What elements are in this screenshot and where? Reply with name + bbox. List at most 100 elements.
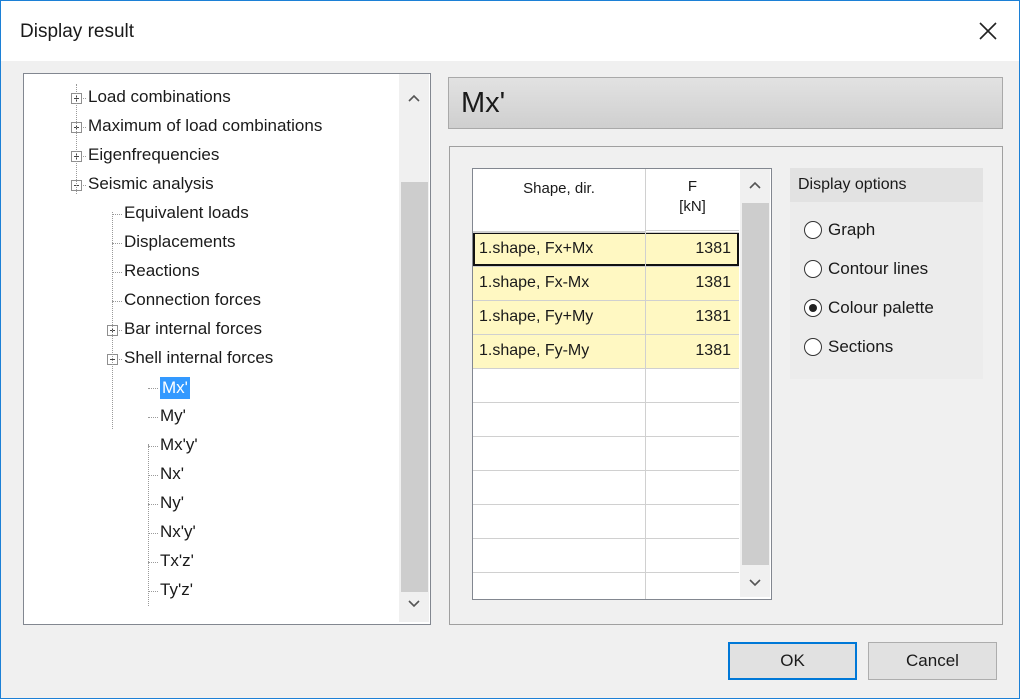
- cell-shape: 1.shape, Fy-My: [479, 342, 590, 359]
- tree-connector: [112, 272, 122, 273]
- tree-item[interactable]: Load combinations: [24, 84, 394, 112]
- tree-item-label: Bar internal forces: [124, 319, 262, 338]
- table-row[interactable]: 1.shape, Fx-Mx 1381: [473, 266, 739, 300]
- table-scroll-thumb[interactable]: [742, 203, 769, 565]
- radio-option[interactable]: Graph: [804, 217, 875, 243]
- tree-item-label: Connection forces: [124, 290, 262, 309]
- tree-item[interactable]: Mx'y': [24, 432, 394, 460]
- display-options-title: Display options: [790, 168, 983, 202]
- grid-line: [473, 368, 739, 369]
- tree-item[interactable]: Displacements: [24, 229, 394, 257]
- display-result-dialog: Display result Load combinations Maximum …: [0, 0, 1020, 699]
- cell-shape: 1.shape, Fx-Mx: [479, 274, 590, 291]
- grid-line: [473, 232, 739, 233]
- tree-item-label: Mx': [160, 377, 190, 399]
- radio-option-label: Colour palette: [828, 298, 934, 317]
- tree-item-label: Mx'y': [160, 435, 198, 454]
- cell-shape: 1.shape, Fx+Mx: [479, 240, 594, 257]
- cell-f: 1381: [695, 308, 731, 325]
- column-header-f-unit: [kN]: [679, 198, 706, 215]
- cell-f: 1381: [695, 274, 731, 291]
- radio-option[interactable]: Sections: [804, 334, 893, 360]
- table-scrollbar[interactable]: [740, 169, 770, 597]
- tree-item[interactable]: Reactions: [24, 258, 394, 286]
- tree-item-label: Equivalent loads: [124, 203, 249, 222]
- column-header-f[interactable]: F [kN]: [646, 169, 739, 231]
- tree-item[interactable]: Eigenfrequencies: [24, 142, 394, 170]
- tree-connector: [148, 475, 158, 476]
- tree-item[interactable]: My': [24, 403, 394, 431]
- tree-item[interactable]: Equivalent loads: [24, 200, 394, 228]
- tree-item-label: Maximum of load combinations: [88, 116, 323, 135]
- tree-item-label: Load combinations: [88, 87, 231, 106]
- radio-option[interactable]: Colour palette: [804, 295, 934, 321]
- grid-line: [473, 300, 739, 301]
- radio-option-label: Graph: [828, 220, 876, 239]
- tree-guide-line: [148, 444, 149, 606]
- tree-item[interactable]: Ny': [24, 490, 394, 518]
- tree-item[interactable]: Tx'z': [24, 548, 394, 576]
- cancel-button-label: Cancel: [906, 651, 959, 670]
- tree-item[interactable]: Ty'z': [24, 577, 394, 605]
- column-header-shape-label: Shape, dir.: [523, 180, 595, 197]
- tree-connector: [148, 417, 158, 418]
- dialog-title: Display result: [20, 21, 135, 42]
- tree-connector: [112, 214, 122, 215]
- close-icon: [979, 22, 997, 40]
- grid-line: [473, 266, 739, 267]
- radio-button-icon[interactable]: [804, 221, 822, 239]
- radio-option-label: Sections: [828, 337, 894, 356]
- display-options-group: Display options Graph Contour lines Colour…: [790, 168, 983, 379]
- radio-button-icon[interactable]: [804, 299, 822, 317]
- table-scroll-down-icon[interactable]: [741, 571, 769, 595]
- tree-guide-line: [112, 212, 113, 429]
- tree-connector: [148, 591, 158, 592]
- grid-line: [473, 436, 739, 437]
- tree-item[interactable]: Bar internal forces: [24, 316, 394, 344]
- tree-item-label: Eigenfrequencies: [88, 145, 220, 164]
- tree-scrollbar[interactable]: [399, 74, 429, 622]
- tree-item[interactable]: Seismic analysis: [24, 171, 394, 199]
- tree-item-label: Seismic analysis: [88, 174, 214, 193]
- grid-line: [473, 470, 739, 471]
- tree-item-label: Nx': [160, 464, 185, 483]
- column-header-shape[interactable]: Shape, dir.: [473, 169, 646, 232]
- tree-item-label: Shell internal forces: [124, 348, 274, 367]
- tree-item-label: Tx'z': [160, 551, 194, 570]
- tree-scroll-thumb[interactable]: [401, 182, 428, 592]
- radio-button-icon[interactable]: [804, 338, 822, 356]
- tree-item[interactable]: Mx': [24, 374, 394, 402]
- tree-connector: [148, 446, 158, 447]
- table-row[interactable]: 1.shape, Fy+My 1381: [473, 300, 739, 334]
- cell-f: 1381: [695, 342, 731, 359]
- tree-item[interactable]: Nx'y': [24, 519, 394, 547]
- tree-item[interactable]: Nx': [24, 461, 394, 489]
- result-header: Mx': [448, 77, 1003, 129]
- grid-line: [473, 572, 739, 573]
- grid-line: [473, 334, 739, 335]
- tree-item[interactable]: Maximum of load combinations: [24, 113, 394, 141]
- result-tree[interactable]: Load combinations Maximum of load combina…: [23, 73, 431, 625]
- title-bar: Display result: [1, 1, 1019, 61]
- table-row[interactable]: 1.shape, Fy-My 1381: [473, 334, 739, 368]
- grid-line: [473, 504, 739, 505]
- tree-connector: [112, 243, 122, 244]
- cancel-button[interactable]: Cancel: [868, 642, 997, 680]
- close-button[interactable]: [957, 1, 1019, 61]
- tree-connector: [112, 301, 122, 302]
- scroll-up-arrow-icon[interactable]: [400, 86, 428, 110]
- radio-button-icon[interactable]: [804, 260, 822, 278]
- tree-connector: [148, 504, 158, 505]
- table-row[interactable]: 1.shape, Fx+Mx 1381: [473, 232, 739, 266]
- tree-item-label: Nx'y': [160, 522, 196, 541]
- tree-item-label: Reactions: [124, 261, 200, 280]
- radio-option[interactable]: Contour lines: [804, 256, 928, 282]
- tree-item-label: My': [160, 406, 186, 425]
- table-scroll-up-icon[interactable]: [741, 173, 769, 197]
- ok-button[interactable]: OK: [728, 642, 857, 680]
- cell-shape: 1.shape, Fy+My: [479, 308, 594, 325]
- tree-item[interactable]: Shell internal forces: [24, 345, 394, 373]
- tree-item[interactable]: Connection forces: [24, 287, 394, 315]
- scroll-down-arrow-icon[interactable]: [400, 592, 428, 616]
- tree-item-label: Ny': [160, 493, 185, 512]
